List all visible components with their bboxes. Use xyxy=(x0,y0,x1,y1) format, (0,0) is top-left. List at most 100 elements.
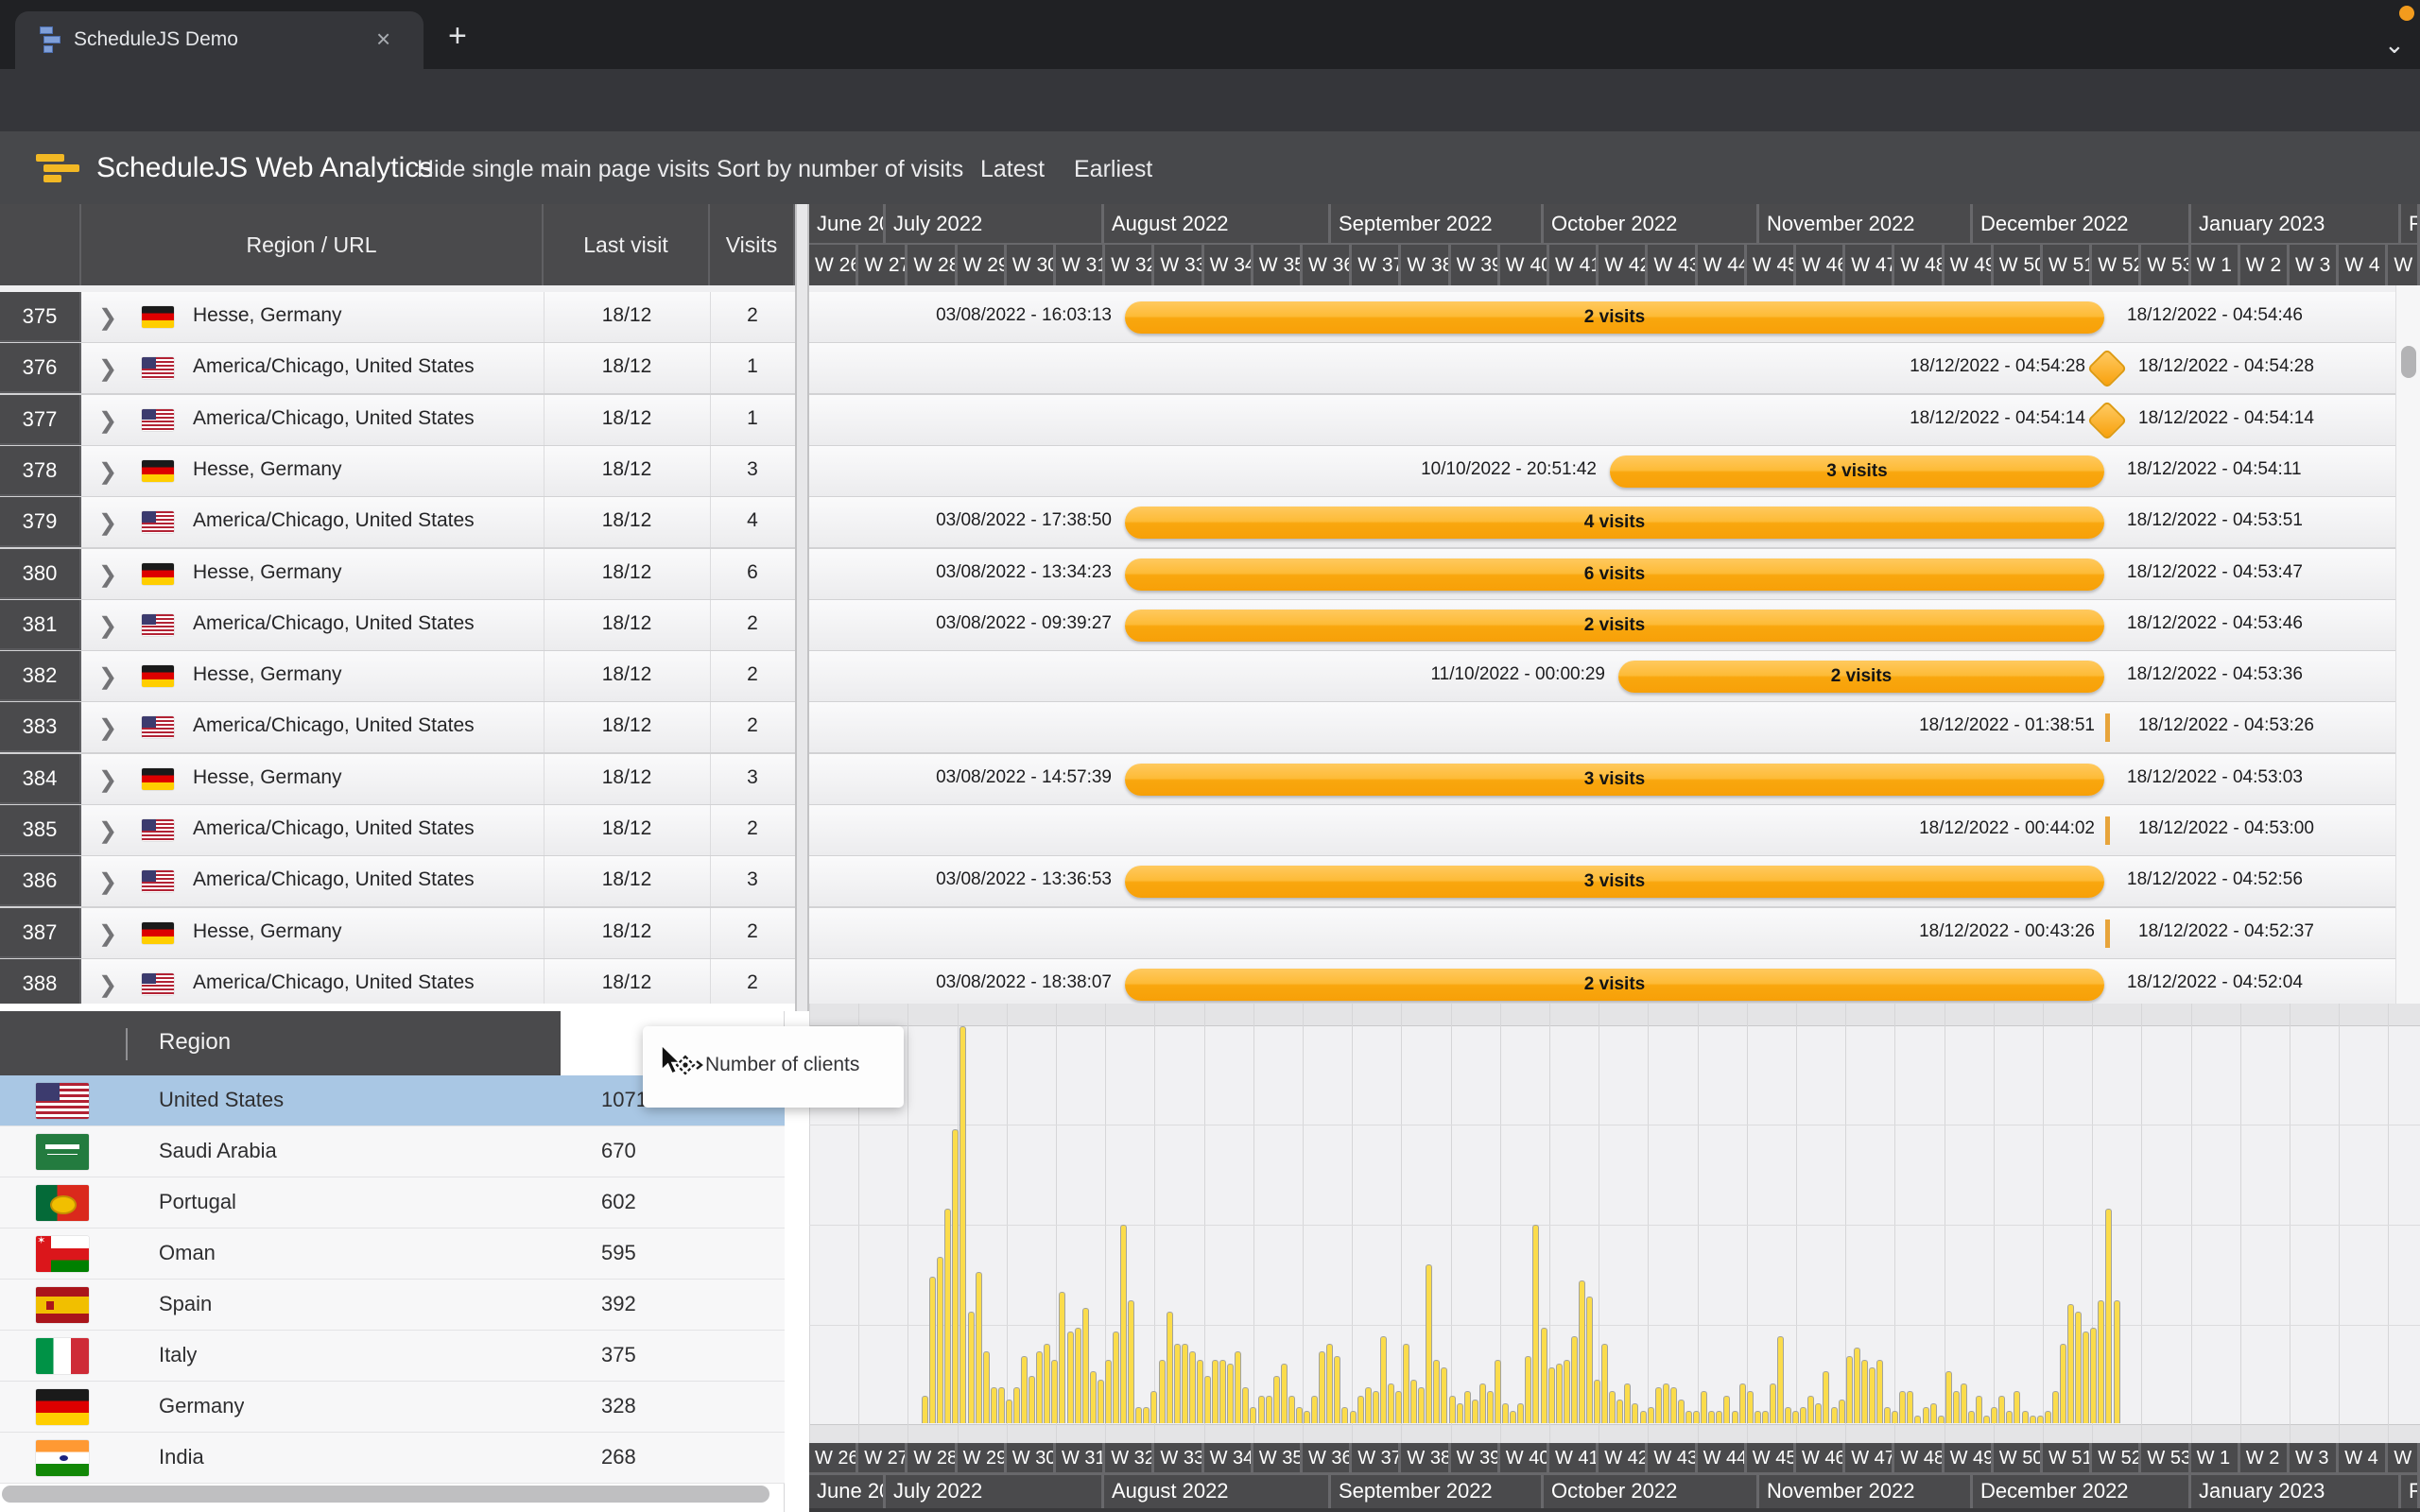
table-row[interactable]: 376❯America/Chicago, United States18/121… xyxy=(0,343,2395,395)
axis-week-W27: W 27 xyxy=(858,245,908,285)
region-name: Portugal xyxy=(159,1190,236,1214)
menu-item-earliest[interactable]: Earliest xyxy=(1074,156,1152,183)
histogram-bar xyxy=(1930,1403,1937,1423)
table-row[interactable]: 378❯Hesse, Germany18/12310/10/2022 - 20:… xyxy=(0,446,2395,498)
expand-chevron-icon[interactable]: ❯ xyxy=(98,304,117,332)
region-row-portugal[interactable]: Portugal602 xyxy=(0,1177,785,1228)
table-row[interactable]: 381❯America/Chicago, United States18/122… xyxy=(0,600,2395,652)
region-row-oman[interactable]: Oman595 xyxy=(0,1228,785,1280)
expand-chevron-icon[interactable]: ❯ xyxy=(98,817,117,845)
visits-bar[interactable]: 2 visits xyxy=(1125,301,2104,334)
visits-bar[interactable]: 2 visits xyxy=(1125,969,2104,1001)
axis-week-W38: W 38 xyxy=(1401,245,1450,285)
visits-bar[interactable]: 3 visits xyxy=(1125,764,2104,796)
expand-chevron-icon[interactable]: ❯ xyxy=(98,407,117,435)
histogram-bar xyxy=(1197,1360,1203,1423)
table-row[interactable]: 380❯Hesse, Germany18/12603/08/2022 - 13:… xyxy=(0,549,2395,601)
expand-chevron-icon[interactable]: ❯ xyxy=(98,920,117,948)
milestone-end-label: 18/12/2022 - 04:54:28 xyxy=(2138,356,2395,377)
visits-bar[interactable]: 2 visits xyxy=(1125,610,2104,642)
milestone-diamond[interactable] xyxy=(2087,400,2127,439)
flag-icon-de xyxy=(142,306,174,328)
histogram-bar xyxy=(2090,1328,2097,1423)
table-row[interactable]: 386❯America/Chicago, United States18/123… xyxy=(0,856,2395,908)
expand-chevron-icon[interactable]: ❯ xyxy=(98,663,117,691)
histogram-bar xyxy=(1204,1376,1211,1423)
flag-icon-us xyxy=(142,819,174,841)
tab-close-icon[interactable]: × xyxy=(376,25,390,54)
tab-search-chevron-icon[interactable]: ⌄ xyxy=(2384,30,2405,60)
visits-bar[interactable]: 6 visits xyxy=(1125,558,2104,591)
milestone-diamond[interactable] xyxy=(2087,349,2127,388)
histogram-bar xyxy=(1212,1360,1219,1423)
table-row[interactable]: 375❯Hesse, Germany18/12203/08/2022 - 16:… xyxy=(0,292,2395,344)
histogram-bar xyxy=(2006,1411,2013,1423)
table-row[interactable]: 383❯America/Chicago, United States18/122… xyxy=(0,702,2395,754)
histogram-bar xyxy=(1235,1351,1241,1423)
expand-chevron-icon[interactable]: ❯ xyxy=(98,561,117,589)
new-tab-button[interactable]: + xyxy=(448,24,467,48)
histogram-bar xyxy=(1953,1391,1960,1423)
row-number: 388 xyxy=(0,959,81,1009)
grid-splitter[interactable] xyxy=(795,204,809,1011)
expand-chevron-icon[interactable]: ❯ xyxy=(98,612,117,640)
region-name: Spain xyxy=(159,1292,212,1316)
region-row-saudi-arabia[interactable]: Saudi Arabia670 xyxy=(0,1126,785,1177)
vertical-scrollbar[interactable] xyxy=(2395,285,2420,1011)
horizontal-scrollbar-thumb[interactable] xyxy=(2,1486,769,1503)
milestone-tick[interactable] xyxy=(2105,713,2110,742)
expand-chevron-icon[interactable]: ❯ xyxy=(98,509,117,537)
expand-chevron-icon[interactable]: ❯ xyxy=(98,458,117,486)
vertical-scrollbar-thumb[interactable] xyxy=(2401,346,2416,378)
table-row[interactable]: 387❯Hesse, Germany18/12218/12/2022 - 00:… xyxy=(0,908,2395,960)
flag-icon-de xyxy=(142,460,174,482)
histogram-bar xyxy=(1800,1407,1806,1423)
visits-bar[interactable]: 2 visits xyxy=(1618,661,2104,693)
browser-tab[interactable]: ScheduleJS Demo × xyxy=(15,11,424,69)
milestone-start-label: 18/12/2022 - 04:54:28 xyxy=(1802,356,2085,377)
row-number: 381 xyxy=(0,600,81,650)
flag-icon-us xyxy=(142,973,174,995)
expand-chevron-icon[interactable]: ❯ xyxy=(98,971,117,999)
region-label: Hesse, Germany xyxy=(193,561,342,584)
axis-week-W26: W 26 xyxy=(809,245,858,285)
timeline-axis-bottom: W 26W 27W 28W 29W 30W 31W 32W 33W 34W 35… xyxy=(809,1443,2420,1512)
table-row[interactable]: 384❯Hesse, Germany18/12303/08/2022 - 14:… xyxy=(0,754,2395,806)
region-row-spain[interactable]: Spain392 xyxy=(0,1280,785,1331)
axis-week-W50: W 50 xyxy=(1994,245,2043,285)
region-label: Hesse, Germany xyxy=(193,458,342,481)
expand-chevron-icon[interactable]: ❯ xyxy=(98,714,117,742)
region-row-italy[interactable]: Italy375 xyxy=(0,1331,785,1382)
visits-bar[interactable]: 3 visits xyxy=(1125,866,2104,898)
expand-chevron-icon[interactable]: ❯ xyxy=(98,766,117,794)
last-visit-value: 18/12 xyxy=(544,355,710,378)
menu-item-latest[interactable]: Latest xyxy=(980,156,1045,183)
column-header-region-url[interactable]: Region / URL xyxy=(81,204,544,285)
expand-chevron-icon[interactable]: ❯ xyxy=(98,868,117,896)
clients-count: 670 xyxy=(601,1139,636,1163)
axis-bottom-week-W50: W 50 xyxy=(1994,1443,2043,1475)
table-row[interactable]: 382❯Hesse, Germany18/12211/10/2022 - 00:… xyxy=(0,651,2395,703)
expand-chevron-icon[interactable]: ❯ xyxy=(98,355,117,383)
milestone-tick[interactable] xyxy=(2105,919,2110,948)
table-row[interactable]: 379❯America/Chicago, United States18/124… xyxy=(0,497,2395,549)
table-row[interactable]: 377❯America/Chicago, United States18/121… xyxy=(0,395,2395,447)
visits-value: 6 xyxy=(710,561,795,584)
histogram-bar xyxy=(1457,1403,1463,1423)
histogram-bar xyxy=(1182,1344,1188,1423)
table-row[interactable]: 385❯America/Chicago, United States18/122… xyxy=(0,805,2395,857)
visits-bar[interactable]: 3 visits xyxy=(1610,455,2104,488)
menu-item-sort-by-number-of-visits[interactable]: Sort by number of visits xyxy=(717,156,963,183)
column-header-last-visit[interactable]: Last visit xyxy=(544,204,710,285)
axis-bottom-month-6: December 2022 xyxy=(1973,1475,2191,1508)
milestone-tick[interactable] xyxy=(2105,816,2110,845)
region-row-germany[interactable]: Germany328 xyxy=(0,1382,785,1433)
region-row-india[interactable]: India268 xyxy=(0,1433,785,1484)
visits-value: 1 xyxy=(710,355,795,378)
histogram-bar xyxy=(2045,1411,2051,1423)
axis-bottom-week-W26: W 26 xyxy=(809,1443,858,1475)
column-header-visits[interactable]: Visits xyxy=(710,204,795,285)
menu-item-hide-single-main-page-visits[interactable]: Hide single main page visits xyxy=(417,156,710,183)
histogram-bar xyxy=(1350,1411,1357,1423)
visits-bar[interactable]: 4 visits xyxy=(1125,507,2104,539)
